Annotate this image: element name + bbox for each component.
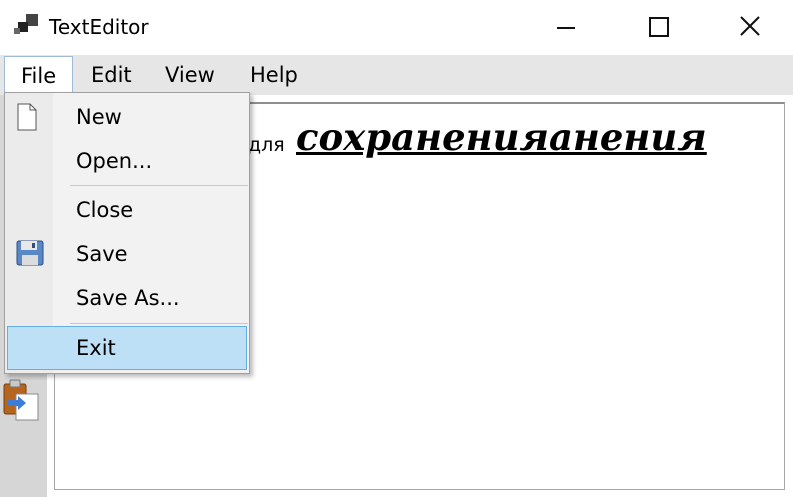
menu-separator: [70, 323, 248, 324]
document-text-large: сохраненияанения: [296, 115, 707, 159]
menu-item-label: Close: [76, 198, 134, 222]
menu-item-label: Exit: [76, 336, 116, 360]
minimize-button[interactable]: [519, 0, 611, 54]
close-button[interactable]: [703, 0, 793, 54]
maximize-button[interactable]: [611, 0, 703, 54]
menu-item-close[interactable]: Close: [7, 188, 247, 232]
menu-bar: File Edit View Help: [0, 55, 793, 95]
menu-item-label: Save As...: [76, 286, 180, 310]
close-icon: [740, 16, 760, 36]
app-icon: [14, 14, 38, 34]
document-text-small: для: [248, 134, 285, 156]
menu-item-open[interactable]: Open...: [7, 139, 247, 183]
menu-item-save-as[interactable]: Save As...: [7, 276, 247, 320]
menu-item-label: New: [76, 105, 122, 129]
menu-item-save[interactable]: Save: [7, 232, 247, 276]
menu-item-new[interactable]: New: [7, 95, 247, 139]
menu-help[interactable]: Help: [234, 56, 314, 93]
new-document-icon: [17, 103, 37, 131]
menu-view[interactable]: View: [149, 56, 231, 93]
menu-item-exit[interactable]: Exit: [7, 326, 247, 370]
menu-item-label: Save: [76, 242, 128, 266]
floppy-disk-icon: [16, 240, 44, 266]
menu-separator: [70, 185, 248, 186]
file-menu-dropdown: New Open... Close Save Save As... Exit: [4, 92, 250, 374]
menu-item-label: Open...: [76, 149, 153, 173]
paste-icon[interactable]: [2, 378, 42, 424]
title-bar: TextEditor: [0, 0, 793, 54]
window-title: TextEditor: [49, 15, 149, 39]
menu-file[interactable]: File: [4, 56, 74, 95]
menu-edit[interactable]: Edit: [75, 56, 148, 93]
minimize-icon: [557, 27, 575, 29]
maximize-icon: [649, 17, 669, 37]
